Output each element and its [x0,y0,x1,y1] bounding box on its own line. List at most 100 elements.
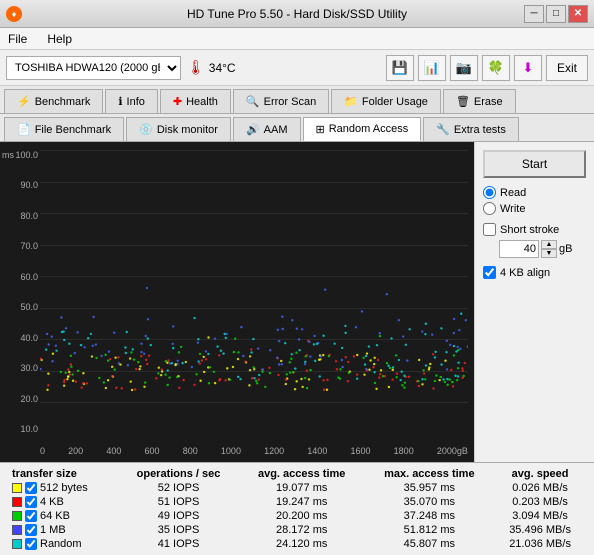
toolbar-btn-3[interactable]: 📷 [450,55,478,81]
menu-bar: File Help [0,28,594,50]
toolbar: TOSHIBA HDWA120 (2000 gB) 🌡 34°C 💾 📊 📷 🍀… [0,50,594,86]
row-checkbox-0[interactable] [25,482,37,494]
restore-button[interactable]: □ [546,5,566,23]
table-cell-max-access-1: 35.070 ms [365,495,495,509]
spin-up-button[interactable]: ▲ [541,240,557,249]
color-box-1 [12,497,22,507]
table-cell-ops-2: 49 IOPS [118,509,239,523]
short-stroke-checkbox-label[interactable]: Short stroke [483,223,586,236]
tab-extra-tests[interactable]: 🔧 Extra tests [423,117,519,141]
table-cell-ops-4: 41 IOPS [118,537,239,551]
tab-erase-label: Erase [474,96,503,108]
close-button[interactable]: ✕ [568,5,588,23]
spin-down-button[interactable]: ▼ [541,249,557,258]
table-cell-label-4: Random [8,537,118,551]
tab-disk-monitor[interactable]: 💿 Disk monitor [126,117,231,141]
x-tick-1400: 1400 [307,446,327,456]
main-content: ms 100.0 90.0 80.0 70.0 60.0 50.0 40.0 3… [0,142,594,462]
x-tick-800: 800 [183,446,198,456]
toolbar-btn-4[interactable]: 🍀 [482,55,510,81]
header-transfer-size: transfer size [8,467,118,481]
tab-disk-monitor-label: Disk monitor [157,124,218,136]
start-button[interactable]: Start [483,150,586,178]
tab-folder-usage-label: Folder Usage [362,96,428,108]
minimize-button[interactable]: ─ [524,5,544,23]
table-header-row: transfer size operations / sec avg. acce… [8,467,586,481]
header-max-access: max. access time [365,467,495,481]
y-tick-90: 90.0 [20,180,38,190]
row-label-1: 4 KB [40,496,64,508]
extra-tests-icon: 🔧 [436,123,450,136]
tab-random-access[interactable]: ⊞ Random Access [303,117,422,141]
header-ops-sec: operations / sec [118,467,239,481]
toolbar-btn-5[interactable]: ⬇ [514,55,542,81]
row-checkbox-4[interactable] [25,538,37,550]
drive-selector[interactable]: TOSHIBA HDWA120 (2000 gB) [6,56,181,80]
row-checkbox-2[interactable] [25,510,37,522]
table-cell-avg-access-1: 19.247 ms [239,495,365,509]
y-tick-30: 30.0 [20,363,38,373]
toolbar-btn-2[interactable]: 📊 [418,55,446,81]
x-tick-2000: 2000gB [437,446,468,456]
row-checkbox-3[interactable] [25,524,37,536]
erase-icon: 🗑 [456,95,470,108]
tab-file-benchmark[interactable]: 📄 File Benchmark [4,117,124,141]
file-benchmark-icon: 📄 [17,123,31,136]
tab-file-benchmark-label: File Benchmark [35,124,111,136]
aam-icon: 🔊 [246,123,260,136]
tab-aam-label: AAM [264,124,288,136]
x-tick-600: 600 [145,446,160,456]
window-title: HD Tune Pro 5.50 - Hard Disk/SSD Utility [187,7,407,21]
toolbar-btn-1[interactable]: 💾 [386,55,414,81]
tab-random-access-label: Random Access [329,123,408,135]
menu-help[interactable]: Help [43,31,76,47]
table-row: 4 KB 51 IOPS19.247 ms35.070 ms0.203 MB/s [8,495,586,509]
table-row: 1 MB 35 IOPS28.172 ms51.812 ms35.496 MB/… [8,523,586,537]
table-cell-avg-access-0: 19.077 ms [239,481,365,495]
random-access-icon: ⊞ [316,123,325,136]
radio-write-input[interactable] [483,202,496,215]
table-cell-label-0: 512 bytes [8,481,118,495]
menu-file[interactable]: File [4,31,31,47]
x-axis: 0 200 400 600 800 1000 1200 1400 1600 18… [40,446,468,456]
tab-error-scan-label: Error Scan [264,96,317,108]
data-table: transfer size operations / sec avg. acce… [8,467,586,551]
title-bar-left: ♦ [6,6,22,22]
short-stroke-checkbox[interactable] [483,223,496,236]
x-tick-1600: 1600 [350,446,370,456]
x-tick-200: 200 [68,446,83,456]
toolbar-icons: 💾 📊 📷 🍀 ⬇ Exit [386,55,588,81]
table-cell-label-1: 4 KB [8,495,118,509]
row-label-2: 64 KB [40,510,70,522]
exit-button[interactable]: Exit [546,55,588,81]
tab-erase[interactable]: 🗑 Erase [443,89,516,113]
radio-read-label: Read [500,187,526,199]
align-checkbox-label[interactable]: 4 KB align [483,266,586,279]
tab-folder-usage[interactable]: 📁 Folder Usage [331,89,441,113]
radio-write-label: Write [500,203,525,215]
radio-write[interactable]: Write [483,202,586,215]
row-checkbox-1[interactable] [25,496,37,508]
y-tick-100: 100.0 [15,150,38,160]
x-tick-1800: 1800 [394,446,414,456]
folder-usage-icon: 📁 [344,95,358,108]
table-cell-avg-speed-1: 0.203 MB/s [494,495,586,509]
right-panel: Start Read Write Short stroke ▲ ▼ [474,142,594,462]
temperature-display: 🌡 34°C [187,59,236,76]
tab-aam[interactable]: 🔊 AAM [233,117,301,141]
y-tick-10: 10.0 [20,424,38,434]
radio-read-input[interactable] [483,186,496,199]
spin-buttons: ▲ ▼ [541,240,557,258]
y-tick-40: 40.0 [20,333,38,343]
table-cell-avg-access-2: 20.200 ms [239,509,365,523]
short-stroke-label: Short stroke [500,224,559,236]
tab-benchmark[interactable]: ⚡ Benchmark [4,89,103,113]
tab-health[interactable]: ✚ Health [160,89,231,113]
tab-extra-tests-label: Extra tests [454,124,506,136]
table-cell-max-access-2: 37.248 ms [365,509,495,523]
radio-read[interactable]: Read [483,186,586,199]
spinbox-input[interactable] [499,240,539,258]
tab-error-scan[interactable]: 🔍 Error Scan [233,89,329,113]
align-checkbox[interactable] [483,266,496,279]
tab-info[interactable]: ℹ Info [105,89,158,113]
